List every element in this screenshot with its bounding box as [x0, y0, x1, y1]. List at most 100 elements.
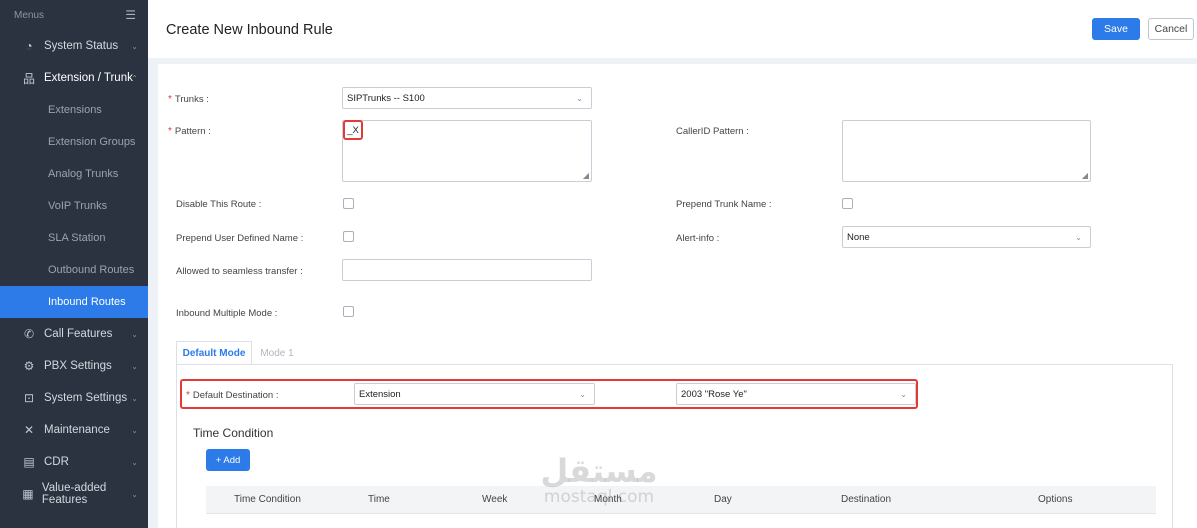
sidebar-item-label: PBX Settings — [44, 360, 112, 372]
apps-icon: ▦ — [22, 487, 34, 501]
prepend-trunk-name-checkbox[interactable] — [842, 198, 853, 209]
sidebar-header: Menus ☰ — [0, 0, 148, 30]
network-icon: 品 — [22, 71, 35, 86]
chevron-down-icon: ⌄ — [131, 489, 138, 499]
destination-target-select[interactable]: 2003 "Rose Ye" ⌄ — [676, 383, 916, 405]
alert-info-select[interactable]: None ⌄ — [842, 226, 1091, 248]
chevron-down-icon: ⌄ — [1075, 233, 1082, 242]
sidebar-subitem-inbound-routes[interactable]: Inbound Routes — [0, 286, 148, 318]
collapse-menu-icon[interactable]: ☰ — [125, 8, 136, 22]
sidebar-item-cdr[interactable]: ▤ CDR ⌄ — [0, 446, 148, 478]
resize-grip-icon[interactable]: ◢ — [1082, 171, 1088, 180]
seamless-transfer-label: Allowed to seamless transfer : — [176, 266, 303, 277]
settings-panel-icon: ⊡ — [23, 391, 35, 405]
pattern-label: * Pattern : — [168, 126, 211, 137]
gear-icon: ⚙ — [23, 359, 35, 373]
sidebar-subitem-outbound-routes[interactable]: Outbound Routes — [0, 254, 148, 286]
disable-route-label: Disable This Route : — [176, 199, 262, 210]
trunks-select[interactable]: SIPTrunks -- S100 ⌄ — [342, 87, 592, 109]
sidebar-item-label: Maintenance — [44, 424, 110, 436]
tab-default-mode[interactable]: Default Mode — [176, 341, 252, 365]
sidebar-item-label: Call Features — [44, 328, 113, 340]
save-button[interactable]: Save — [1092, 18, 1140, 40]
inbound-multiple-mode-checkbox[interactable] — [343, 306, 354, 317]
phone-icon: ✆ — [23, 327, 35, 341]
column-header: Options — [1038, 494, 1073, 505]
sidebar-item-value-added-features[interactable]: ▦ Value-added Features ⌄ — [0, 478, 148, 510]
sidebar-subitem-extensions[interactable]: Extensions — [0, 94, 148, 126]
destination-target-value: 2003 "Rose Ye" — [681, 388, 747, 400]
watermark: مستقل mostaql.com — [524, 454, 674, 506]
chevron-up-icon: ⌃ — [131, 73, 138, 83]
prepend-user-defined-label: Prepend User Defined Name : — [176, 233, 304, 244]
sidebar-item-pbx-settings[interactable]: ⚙ PBX Settings ⌄ — [0, 350, 148, 382]
page-header: Create New Inbound Rule Save Cancel — [148, 0, 1197, 58]
chevron-down-icon: ⌄ — [576, 94, 583, 103]
time-condition-title: Time Condition — [193, 426, 274, 440]
sidebar-item-label: CDR — [44, 456, 69, 468]
cancel-button[interactable]: Cancel — [1148, 18, 1194, 40]
prepend-user-defined-checkbox[interactable] — [343, 231, 354, 242]
sidebar-item-system-settings[interactable]: ⊡ System Settings ⌄ — [0, 382, 148, 414]
add-time-condition-button[interactable]: + Add — [206, 449, 250, 471]
sidebar: Menus ☰ ◔ System Status ⌄ 品 Extension / … — [0, 0, 148, 528]
column-header: Day — [714, 494, 732, 505]
chevron-down-icon: ⌄ — [131, 41, 138, 51]
destination-type-value: Extension — [359, 388, 401, 400]
inbound-multiple-mode-label: Inbound Multiple Mode : — [176, 308, 278, 319]
chevron-down-icon: ⌄ — [131, 425, 138, 435]
sidebar-item-label: System Settings — [44, 392, 128, 404]
chevron-down-icon: ⌄ — [579, 390, 586, 399]
column-header: Time — [368, 494, 390, 505]
sidebar-item-maintenance[interactable]: ✕ Maintenance ⌄ — [0, 414, 148, 446]
page-title: Create New Inbound Rule — [166, 22, 333, 38]
default-destination-label-text: Default Destination : — [192, 390, 279, 401]
pattern-textarea[interactable]: ◢ — [342, 120, 592, 182]
tab-divider — [176, 364, 1173, 365]
alert-info-label: Alert-info : — [676, 233, 720, 244]
pattern-value-highlight: _X — [343, 120, 363, 140]
document-icon: ▤ — [23, 455, 35, 469]
chevron-down-icon: ⌄ — [131, 361, 138, 371]
disable-route-checkbox[interactable] — [343, 198, 354, 209]
required-marker: * — [168, 126, 172, 137]
tab-mode-1[interactable]: Mode 1 — [254, 341, 300, 365]
chevron-down-icon: ⌄ — [131, 457, 138, 467]
tools-icon: ✕ — [23, 423, 35, 437]
prepend-trunk-name-label: Prepend Trunk Name : — [676, 199, 772, 210]
time-condition-table-header: Time Condition Time Week Month Day Desti… — [206, 486, 1156, 514]
alert-info-value: None — [847, 231, 870, 243]
trunks-select-value: SIPTrunks -- S100 — [347, 92, 425, 104]
required-marker: * — [186, 390, 190, 401]
default-destination-label: * Default Destination : — [186, 390, 278, 401]
sidebar-subitem-extension-groups[interactable]: Extension Groups — [0, 126, 148, 158]
sidebar-subitem-voip-trunks[interactable]: VoIP Trunks — [0, 190, 148, 222]
gauge-icon: ◔ — [25, 39, 33, 53]
trunks-label: * Trunks : — [168, 94, 209, 105]
pattern-label-text: Pattern : — [174, 126, 211, 137]
sidebar-subitem-analog-trunks[interactable]: Analog Trunks — [0, 158, 148, 190]
required-marker: * — [168, 94, 172, 105]
chevron-down-icon: ⌄ — [900, 390, 907, 399]
resize-grip-icon[interactable]: ◢ — [583, 171, 589, 180]
chevron-down-icon: ⌄ — [131, 329, 138, 339]
sidebar-item-extension-trunk[interactable]: 品 Extension / Trunk ⌃ — [0, 62, 148, 94]
sidebar-item-system-status[interactable]: ◔ System Status ⌄ — [0, 30, 148, 62]
callerid-pattern-textarea[interactable]: ◢ — [842, 120, 1091, 182]
column-header: Time Condition — [234, 494, 301, 505]
seamless-transfer-input[interactable] — [342, 259, 592, 281]
callerid-pattern-label: CallerID Pattern : — [676, 126, 749, 137]
sidebar-item-call-features[interactable]: ✆ Call Features ⌄ — [0, 318, 148, 350]
watermark-latin: mostaql.com — [543, 487, 655, 507]
column-header: Week — [482, 494, 508, 505]
destination-type-select[interactable]: Extension ⌄ — [354, 383, 595, 405]
sidebar-subitem-sla-station[interactable]: SLA Station — [0, 222, 148, 254]
panel-border — [1172, 364, 1173, 528]
chevron-down-icon: ⌄ — [131, 393, 138, 403]
panel-border — [176, 364, 177, 528]
menus-label: Menus — [14, 9, 45, 21]
sidebar-item-label: Extension / Trunk — [44, 72, 133, 84]
watermark-arabic: مستقل — [540, 452, 658, 490]
trunks-label-text: Trunks : — [174, 94, 209, 105]
column-header: Destination — [841, 494, 892, 505]
